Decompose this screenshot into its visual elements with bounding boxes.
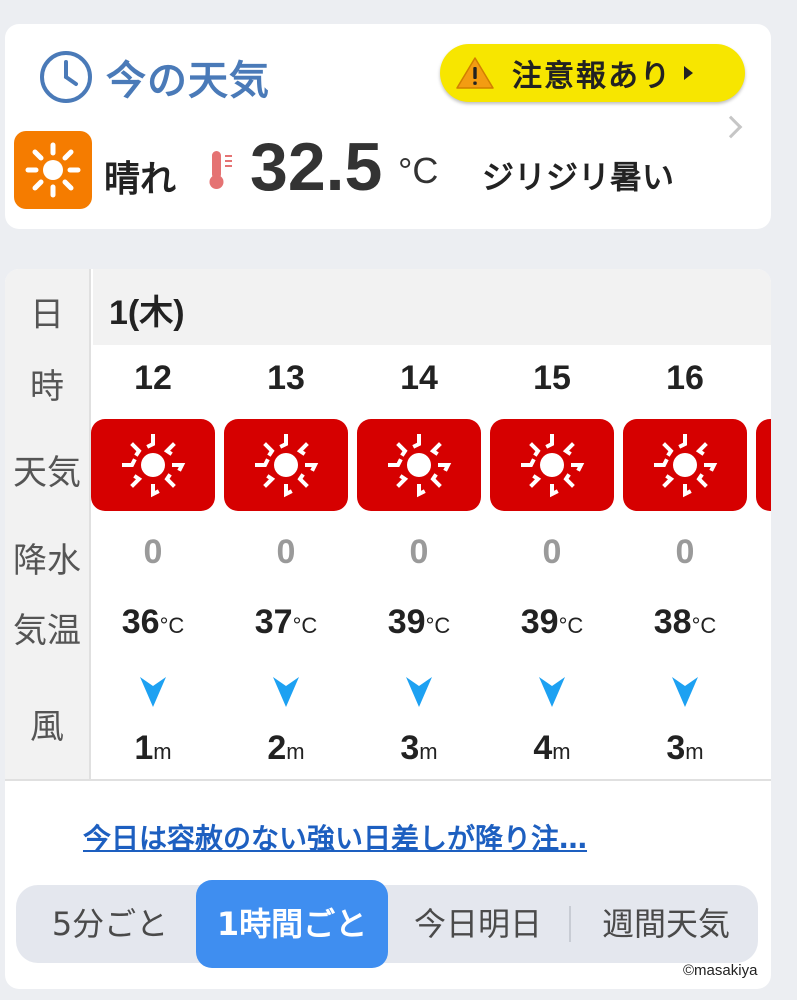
sunny-icon — [490, 419, 614, 511]
weather-condition: 晴れ — [104, 159, 177, 200]
row-label-precip: 降水 — [13, 541, 81, 581]
tab-hourly[interactable]: 1時間ごと — [196, 880, 388, 968]
heat-description: ジリジリ暑い — [482, 158, 675, 196]
sunny-icon — [224, 419, 348, 511]
hour-temperature: 37°C — [254, 603, 318, 641]
credit-text: ©masakiya — [683, 962, 758, 979]
current-weather-card[interactable]: 今の天気 注意報あり 晴れ 32.5 °C ジリジリ暑い — [5, 24, 771, 229]
precip-value: 0 — [542, 533, 562, 571]
precip-value: 0 — [409, 533, 429, 571]
hour-label: 13 — [267, 359, 305, 397]
wind-direction-icon — [622, 673, 748, 711]
hour-label: 14 — [400, 359, 438, 397]
wind-speed: 1m — [134, 729, 172, 767]
row-label-time: 時 — [30, 367, 64, 407]
play-triangle-icon — [684, 66, 693, 80]
tab-separator — [569, 906, 571, 942]
sunny-icon — [14, 131, 92, 209]
sunny-icon — [357, 419, 481, 511]
row-label-temp: 気温 — [13, 611, 81, 651]
chevron-right-icon[interactable] — [719, 115, 743, 139]
temperature-unit: °C — [398, 150, 439, 191]
wind-direction-icon — [356, 673, 482, 711]
wind-direction-icon — [489, 673, 615, 711]
hour-label: 12 — [134, 359, 172, 397]
row-label-wind: 風 — [30, 707, 64, 747]
tab-weekly[interactable]: 週間天気 — [576, 885, 756, 963]
precip-value: 0 — [675, 533, 695, 571]
precip-value: 0 — [276, 533, 296, 571]
clock-icon — [40, 51, 92, 103]
advisory-button[interactable]: 注意報あり — [440, 44, 745, 102]
forecast-comment-link[interactable]: 今日は容赦のない強い日差しが降り注… — [83, 817, 587, 857]
hour-label: 15 — [533, 359, 571, 397]
wind-direction-icon — [90, 673, 216, 711]
date-header-band — [93, 269, 771, 345]
wind-speed: 3m — [666, 729, 704, 767]
current-temperature: 32.5 — [250, 129, 383, 205]
row-label-weather: 天気 — [13, 453, 81, 493]
thermometer-icon — [209, 151, 232, 189]
sunny-icon — [623, 419, 747, 511]
row-label-date: 日 — [30, 295, 64, 335]
forecast-date: 1(木) — [109, 294, 185, 332]
wind-direction-icon — [223, 673, 349, 711]
hour-temperature: 39°C — [520, 603, 584, 641]
hour-label: 16 — [666, 359, 704, 397]
current-weather-title: 今の天気 — [106, 58, 270, 104]
wind-speed: 4m — [533, 729, 571, 767]
tab-today-tomorrow[interactable]: 今日明日 — [388, 885, 568, 963]
hour-temperature: 38°C — [653, 603, 717, 641]
hour-temperature: 39°C — [387, 603, 451, 641]
wind-speed: 2m — [267, 729, 305, 767]
precip-value: 0 — [143, 533, 163, 571]
hourly-forecast-card[interactable]: 日 時 天気 降水 気温 風 1(木) 12 0 36°C 1m 13 0 37… — [5, 269, 771, 989]
sunny-icon — [91, 419, 215, 511]
hour-temperature: 36°C — [121, 603, 185, 641]
current-weather-header: 今の天気 — [38, 48, 270, 106]
wind-speed: 3m — [400, 729, 438, 767]
advisory-label: 注意報あり — [512, 59, 672, 94]
weather-tile-partial — [756, 419, 771, 511]
tab-5min[interactable]: 5分ごと — [24, 885, 196, 963]
table-divider — [5, 779, 771, 781]
warning-icon — [456, 57, 494, 89]
